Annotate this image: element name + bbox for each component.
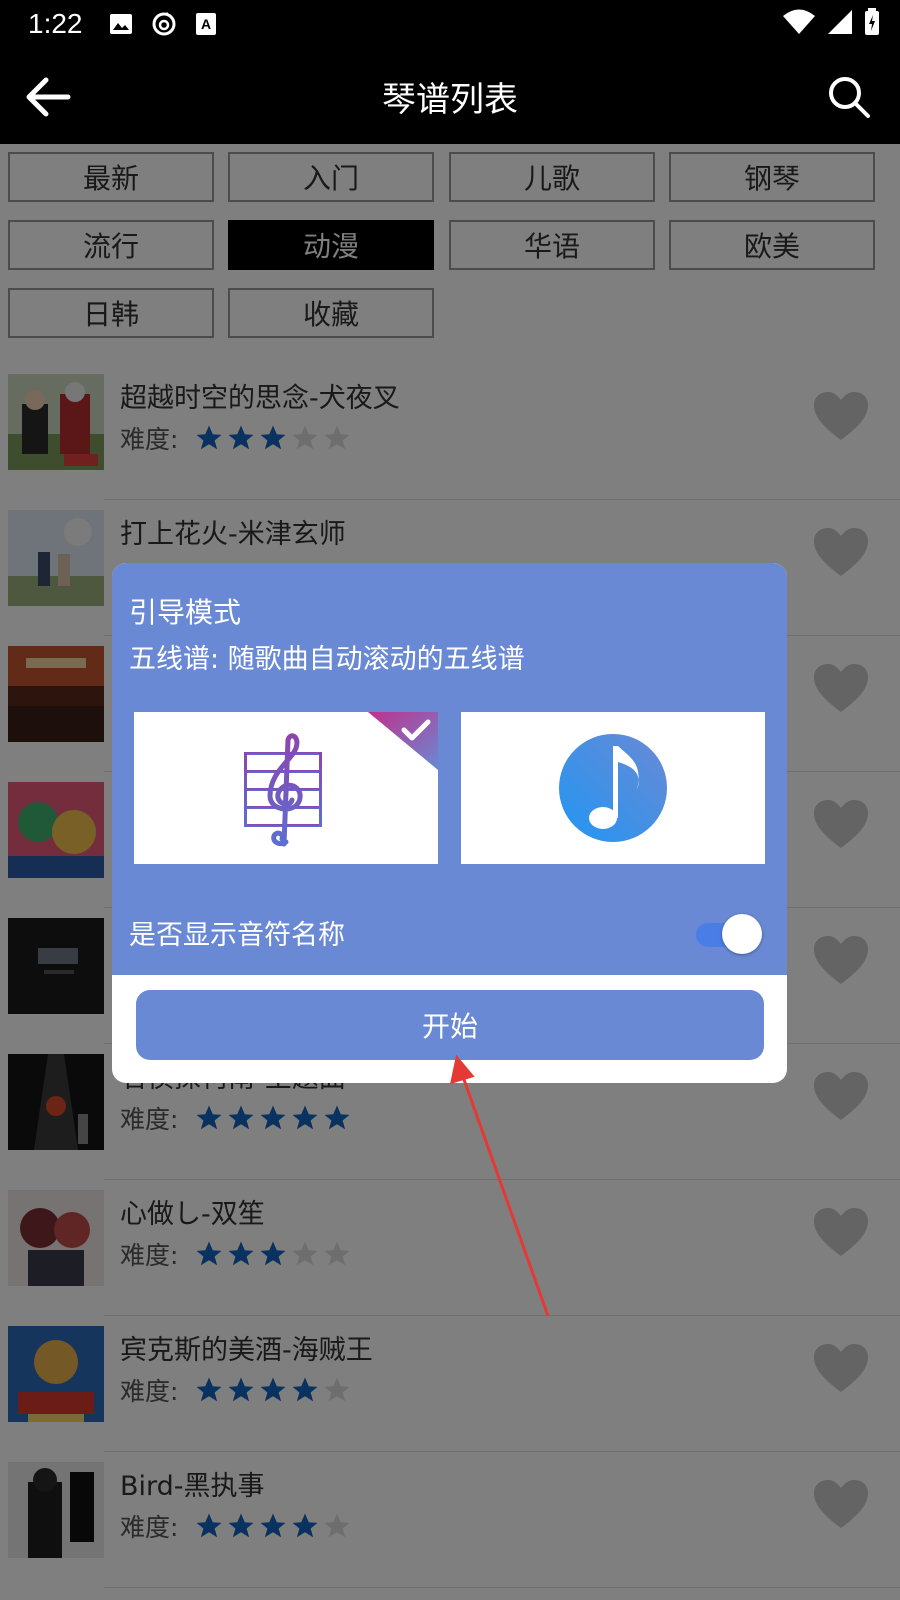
arrow-left-icon[interactable]	[20, 72, 76, 122]
show-note-names-toggle[interactable]	[696, 914, 762, 954]
font-icon: A	[195, 13, 216, 35]
selected-check-icon	[368, 712, 438, 770]
toggle-knob	[722, 914, 762, 954]
mode-option-note[interactable]	[461, 712, 765, 864]
netease-music-icon	[152, 12, 175, 36]
guide-mode-dialog: 引导模式 五线谱: 随歌曲自动滚动的五线谱 是否显示音符名称 开始	[112, 563, 787, 1083]
app-bar: 琴谱列表	[0, 48, 900, 144]
dialog-subtitle: 五线谱: 随歌曲自动滚动的五线谱	[129, 644, 525, 675]
signal-icon	[828, 10, 852, 34]
dialog-title: 引导模式	[129, 596, 242, 629]
status-bar: 1:22 A	[0, 0, 900, 48]
svg-text:A: A	[200, 16, 210, 32]
start-button[interactable]: 开始	[136, 990, 764, 1060]
battery-charging-icon	[865, 8, 879, 35]
mode-option-staff[interactable]	[134, 712, 438, 864]
page-title: 琴谱列表	[382, 79, 518, 120]
search-icon[interactable]	[822, 70, 876, 124]
music-note-icon	[559, 734, 667, 842]
wifi-icon	[783, 9, 815, 34]
dialog-header-panel: 引导模式 五线谱: 随歌曲自动滚动的五线谱 是否显示音符名称	[112, 563, 787, 975]
status-time: 1:22	[28, 8, 83, 39]
show-note-names-label: 是否显示音符名称	[129, 920, 345, 951]
image-icon	[109, 14, 132, 34]
